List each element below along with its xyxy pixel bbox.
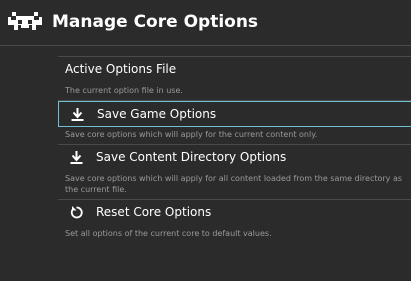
header-divider bbox=[0, 45, 411, 46]
download-icon bbox=[71, 108, 84, 121]
app-window: Manage Core Options Active Options File … bbox=[0, 0, 411, 281]
menu-item-label: Save Content Directory Options bbox=[96, 150, 287, 164]
menu-item-row[interactable]: Reset Core Options bbox=[58, 200, 411, 226]
menu-item-label: Active Options File bbox=[65, 62, 177, 76]
menu-item-save-content-directory-options[interactable]: Save Content Directory Options Save core… bbox=[58, 144, 411, 199]
menu-item-label: Reset Core Options bbox=[96, 205, 212, 219]
menu-item-sublabel: Save core options which will apply for t… bbox=[65, 130, 318, 139]
menu-item-sublabel: Set all options of the current core to d… bbox=[65, 229, 272, 238]
download-icon bbox=[70, 151, 83, 164]
menu-item-sublabel: Save core options which will apply for a… bbox=[65, 174, 403, 194]
options-menu: Active Options File The current option f… bbox=[58, 56, 411, 243]
menu-item-row[interactable]: Save Content Directory Options bbox=[58, 145, 411, 171]
retroarch-invader-icon bbox=[8, 12, 42, 30]
page-title: Manage Core Options bbox=[52, 12, 259, 32]
reset-icon bbox=[70, 206, 83, 219]
header: Manage Core Options bbox=[0, 0, 411, 46]
menu-item-row[interactable]: Active Options File bbox=[58, 57, 411, 83]
menu-item-save-game-options[interactable]: Save Game Options Save core options whic… bbox=[58, 100, 411, 144]
menu-item-active-options-file[interactable]: Active Options File The current option f… bbox=[58, 56, 411, 100]
menu-item-sublabel: The current option file in use. bbox=[65, 86, 183, 95]
menu-item-reset-core-options[interactable]: Reset Core Options Set all options of th… bbox=[58, 199, 411, 243]
menu-item-row[interactable]: Save Game Options bbox=[58, 101, 411, 127]
menu-item-label: Save Game Options bbox=[97, 107, 217, 121]
